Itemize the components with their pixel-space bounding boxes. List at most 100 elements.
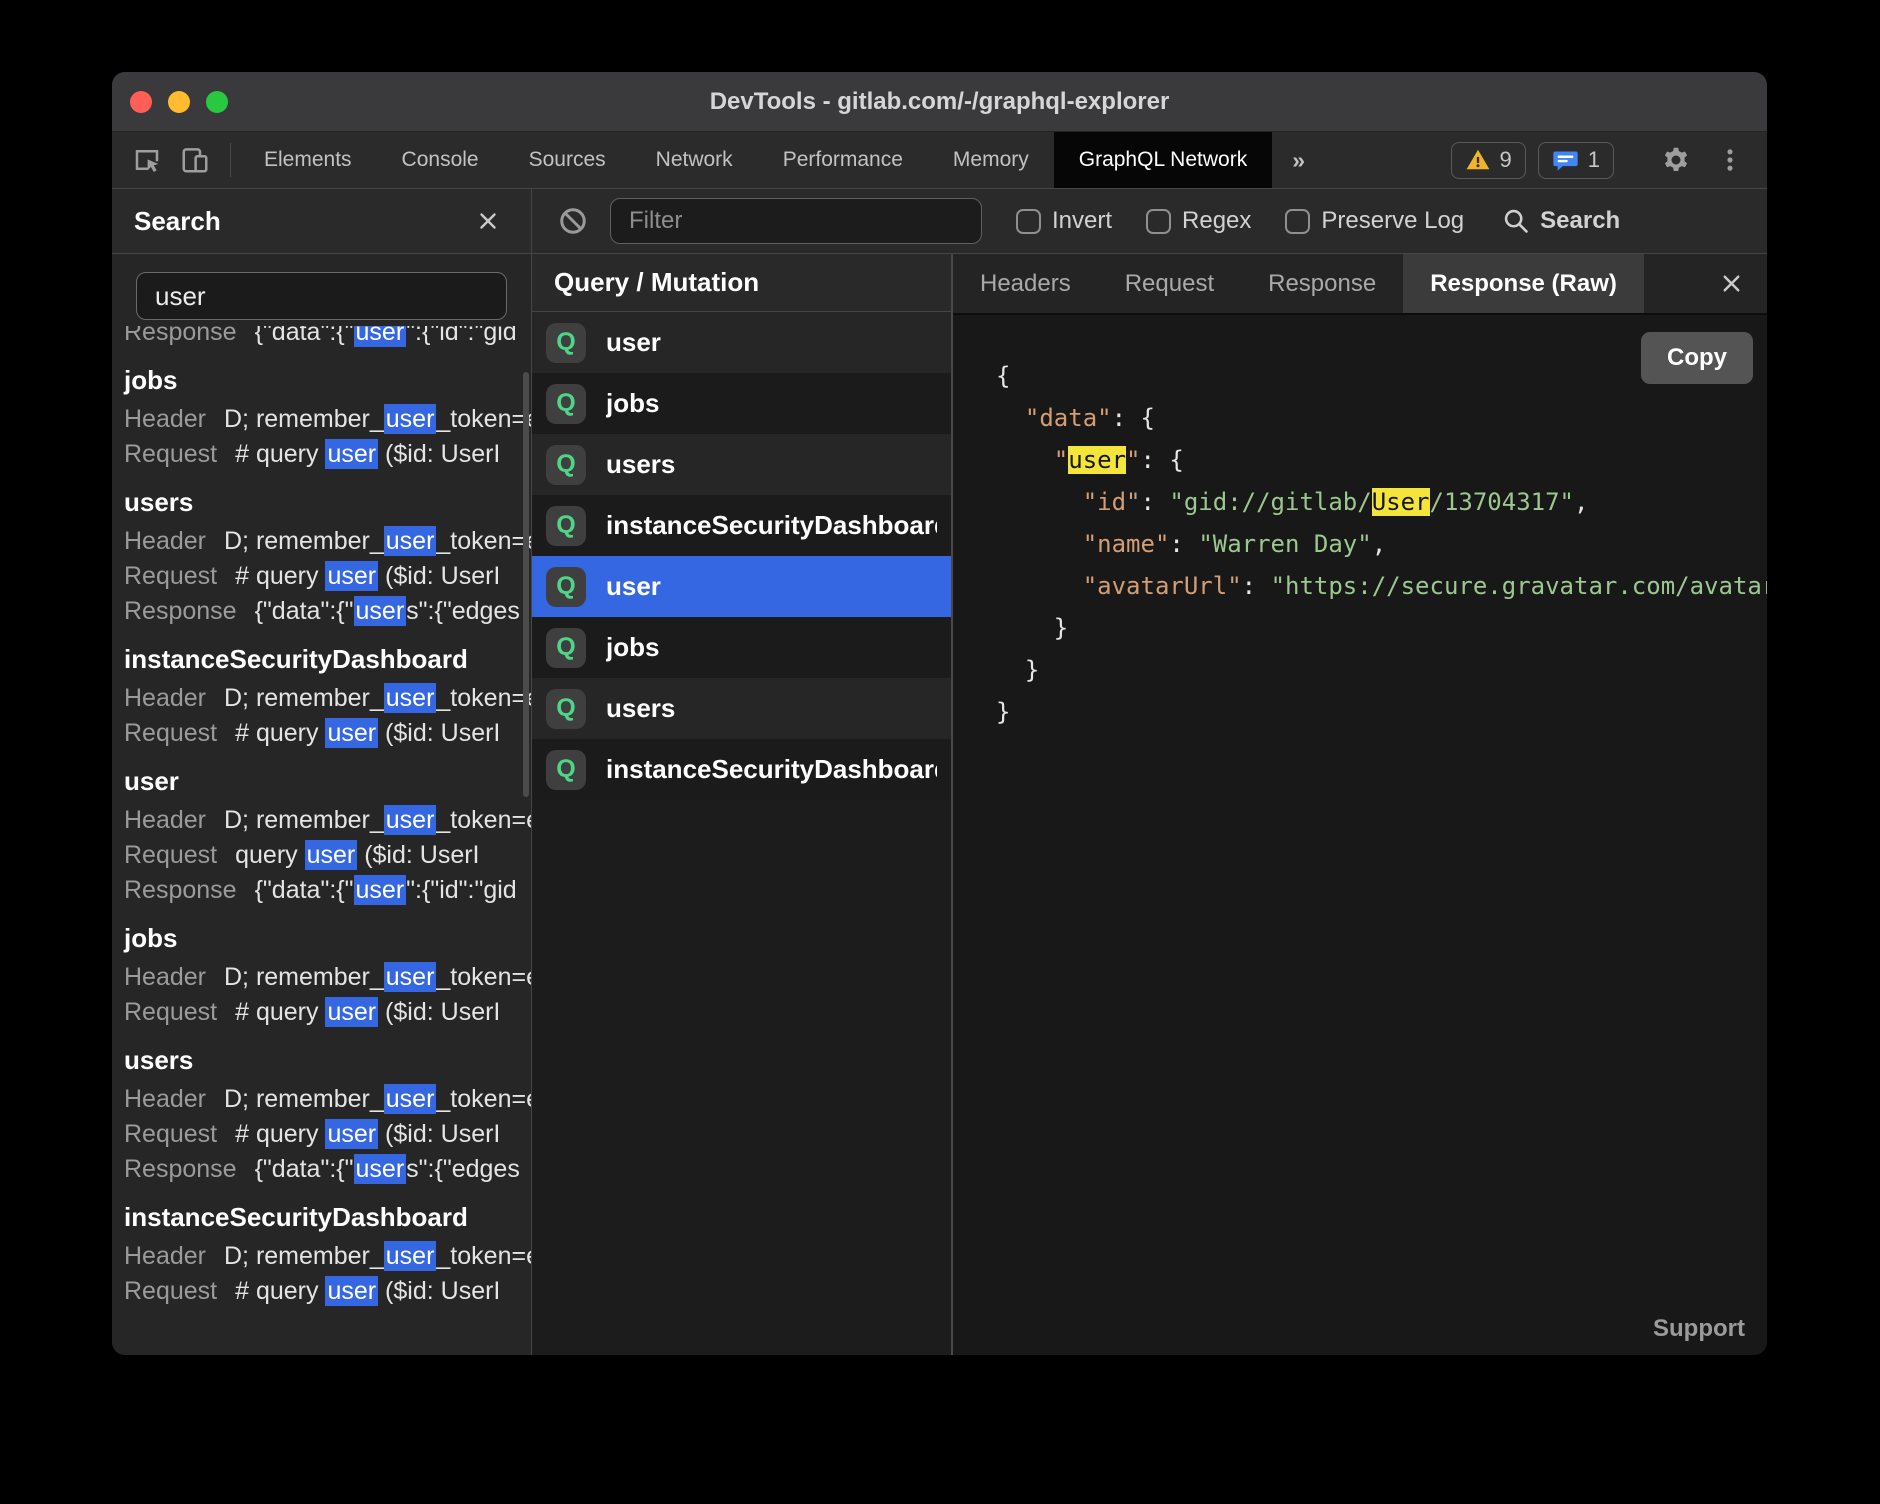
checkbox-box-regex[interactable] <box>1146 209 1171 234</box>
inspect-element-icon[interactable] <box>126 139 168 181</box>
tab-sources[interactable]: Sources <box>504 132 631 188</box>
query-item-user[interactable]: Quser <box>532 556 951 617</box>
result-row-request[interactable]: Request# query user ($id: UserI <box>124 995 531 1030</box>
query-item-users[interactable]: Qusers <box>532 678 951 739</box>
result-row-header[interactable]: HeaderD; remember_user_token=e <box>124 681 531 716</box>
checkbox-box-invert[interactable] <box>1016 209 1041 234</box>
result-row-label: Header <box>124 405 206 433</box>
result-row-response[interactable]: Response{"data":{"user":{"id":"gid <box>124 326 531 350</box>
close-search-icon[interactable] <box>467 200 509 242</box>
match-highlight: user <box>325 1276 378 1306</box>
tab-performance[interactable]: Performance <box>758 132 928 188</box>
result-group-title[interactable]: user <box>124 765 531 797</box>
toolbar-search-button[interactable]: Search <box>1502 207 1620 235</box>
match-highlight: user <box>325 439 378 469</box>
match-highlight: user <box>325 718 378 748</box>
value-text: # query <box>235 440 325 468</box>
query-item-users[interactable]: Qusers <box>532 434 951 495</box>
result-row-request[interactable]: Requestquery user ($id: UserI <box>124 838 531 873</box>
query-item-user[interactable]: Quser <box>532 312 951 373</box>
result-row-header[interactable]: Header D; remember_user_token=e <box>124 402 531 437</box>
issues-badge[interactable]: 1 <box>1538 142 1614 179</box>
json-token: /13704317" <box>1430 488 1575 516</box>
result-row-response[interactable]: Response{"data":{"users":{"edges <box>124 594 531 629</box>
warnings-badge[interactable]: 9 <box>1451 142 1526 179</box>
result-row-header[interactable]: HeaderD; remember_user_token=e <box>124 524 531 559</box>
match-highlight: user <box>354 875 407 905</box>
detail-tab-response-raw[interactable]: Response (Raw) <box>1403 254 1644 313</box>
result-group-instancesecuritydashboard: instanceSecurityDashboard HeaderD; rememb… <box>124 1201 531 1309</box>
query-item-instancesecuritydashboard[interactable]: QinstanceSecurityDashboard <box>532 495 951 556</box>
result-row-header[interactable]: HeaderD; remember_user_token=e <box>124 960 531 995</box>
json-token <box>996 530 1083 558</box>
checkbox-regex[interactable]: Regex <box>1146 207 1251 235</box>
checkbox-box-preserve-log[interactable] <box>1285 209 1310 234</box>
detail-tab-request[interactable]: Request <box>1098 254 1241 313</box>
value-text: # query <box>235 998 325 1026</box>
query-type-badge: Q <box>546 567 586 607</box>
result-row-response[interactable]: Response{"data":{"user":{"id":"gid <box>124 873 531 908</box>
device-toolbar-icon[interactable] <box>174 139 216 181</box>
clear-block-icon[interactable] <box>552 200 594 242</box>
json-token: : { <box>1141 446 1184 474</box>
detail-tab-headers[interactable]: Headers <box>953 254 1098 313</box>
result-group-title[interactable]: instanceSecurityDashboard <box>124 643 531 675</box>
query-panel: Query / Mutation QuserQjobsQusersQinstan… <box>532 254 953 1355</box>
checkbox-invert[interactable]: Invert <box>1016 207 1112 235</box>
support-link[interactable]: Support <box>1653 1315 1745 1343</box>
zoom-window-button[interactable] <box>206 91 228 113</box>
checkbox-label: Preserve Log <box>1321 207 1464 235</box>
result-row-label: Response <box>124 597 237 625</box>
result-group-title[interactable]: jobs <box>124 364 531 396</box>
tab-console[interactable]: Console <box>377 132 504 188</box>
tab-graphql-network[interactable]: GraphQL Network <box>1054 132 1272 188</box>
devtools-window: DevTools - gitlab.com/-/graphql-explorer… <box>112 72 1767 1355</box>
checkbox-preserve-log[interactable]: Preserve Log <box>1285 207 1464 235</box>
close-detail-icon[interactable] <box>1696 254 1767 313</box>
result-row-header[interactable]: HeaderD; remember_user_token=e <box>124 803 531 838</box>
match-highlight: user <box>354 1154 407 1184</box>
value-text: {"data":{" <box>255 597 354 625</box>
query-type-badge: Q <box>546 750 586 790</box>
result-group-title[interactable]: jobs <box>124 922 531 954</box>
result-row-request[interactable]: Request# query user ($id: UserI <box>124 437 531 472</box>
search-input[interactable] <box>136 272 507 320</box>
detail-tab-response[interactable]: Response <box>1241 254 1403 313</box>
result-row-request[interactable]: Request# query user ($id: UserI <box>124 1117 531 1152</box>
close-window-button[interactable] <box>130 91 152 113</box>
result-group-users: users HeaderD; remember_user_token=eReque… <box>124 486 531 629</box>
result-row-request[interactable]: Request# query user ($id: UserI <box>124 559 531 594</box>
value-text: D; remember_ <box>224 806 384 834</box>
query-item-jobs[interactable]: Qjobs <box>532 373 951 434</box>
result-group-title[interactable]: instanceSecurityDashboard <box>124 1201 531 1233</box>
more-tabs-button[interactable]: » <box>1272 132 1325 188</box>
result-row-header[interactable]: HeaderD; remember_user_token=e <box>124 1082 531 1117</box>
result-row-response[interactable]: Response{"data":{"users":{"edges <box>124 1152 531 1187</box>
result-row-header[interactable]: HeaderD; remember_user_token=e <box>124 1239 531 1274</box>
tab-network[interactable]: Network <box>631 132 758 188</box>
filter-input[interactable] <box>610 198 982 244</box>
query-item-instancesecuritydashboard[interactable]: QinstanceSecurityDashboard <box>532 739 951 800</box>
result-group-title[interactable]: users <box>124 486 531 518</box>
match-highlight: user <box>384 404 437 434</box>
minimize-window-button[interactable] <box>168 91 190 113</box>
value-text: ($id: UserI <box>378 562 500 590</box>
tab-memory[interactable]: Memory <box>928 132 1054 188</box>
result-row-value: D; remember_user_token=e <box>224 683 531 713</box>
result-row-request[interactable]: Request# query user ($id: UserI <box>124 716 531 751</box>
result-row-value: D; remember_user_token=e <box>224 1084 531 1114</box>
scrollbar-thumb[interactable] <box>523 372 529 797</box>
result-row-request[interactable]: Request# query user ($id: UserI <box>124 1274 531 1309</box>
traffic-lights <box>130 72 228 131</box>
kebab-menu-icon[interactable] <box>1709 139 1751 181</box>
query-item-jobs[interactable]: Qjobs <box>532 617 951 678</box>
result-row-value: D; remember_user_token=e <box>224 526 531 556</box>
tab-elements[interactable]: Elements <box>239 132 377 188</box>
warning-count: 9 <box>1500 147 1512 173</box>
match-highlight: user <box>384 1084 437 1114</box>
result-row-value: D; remember_user_token=e <box>224 404 531 434</box>
settings-gear-icon[interactable] <box>1655 139 1697 181</box>
copy-button[interactable]: Copy <box>1641 332 1753 384</box>
result-group-title[interactable]: users <box>124 1044 531 1076</box>
value-text: # query <box>235 1120 325 1148</box>
